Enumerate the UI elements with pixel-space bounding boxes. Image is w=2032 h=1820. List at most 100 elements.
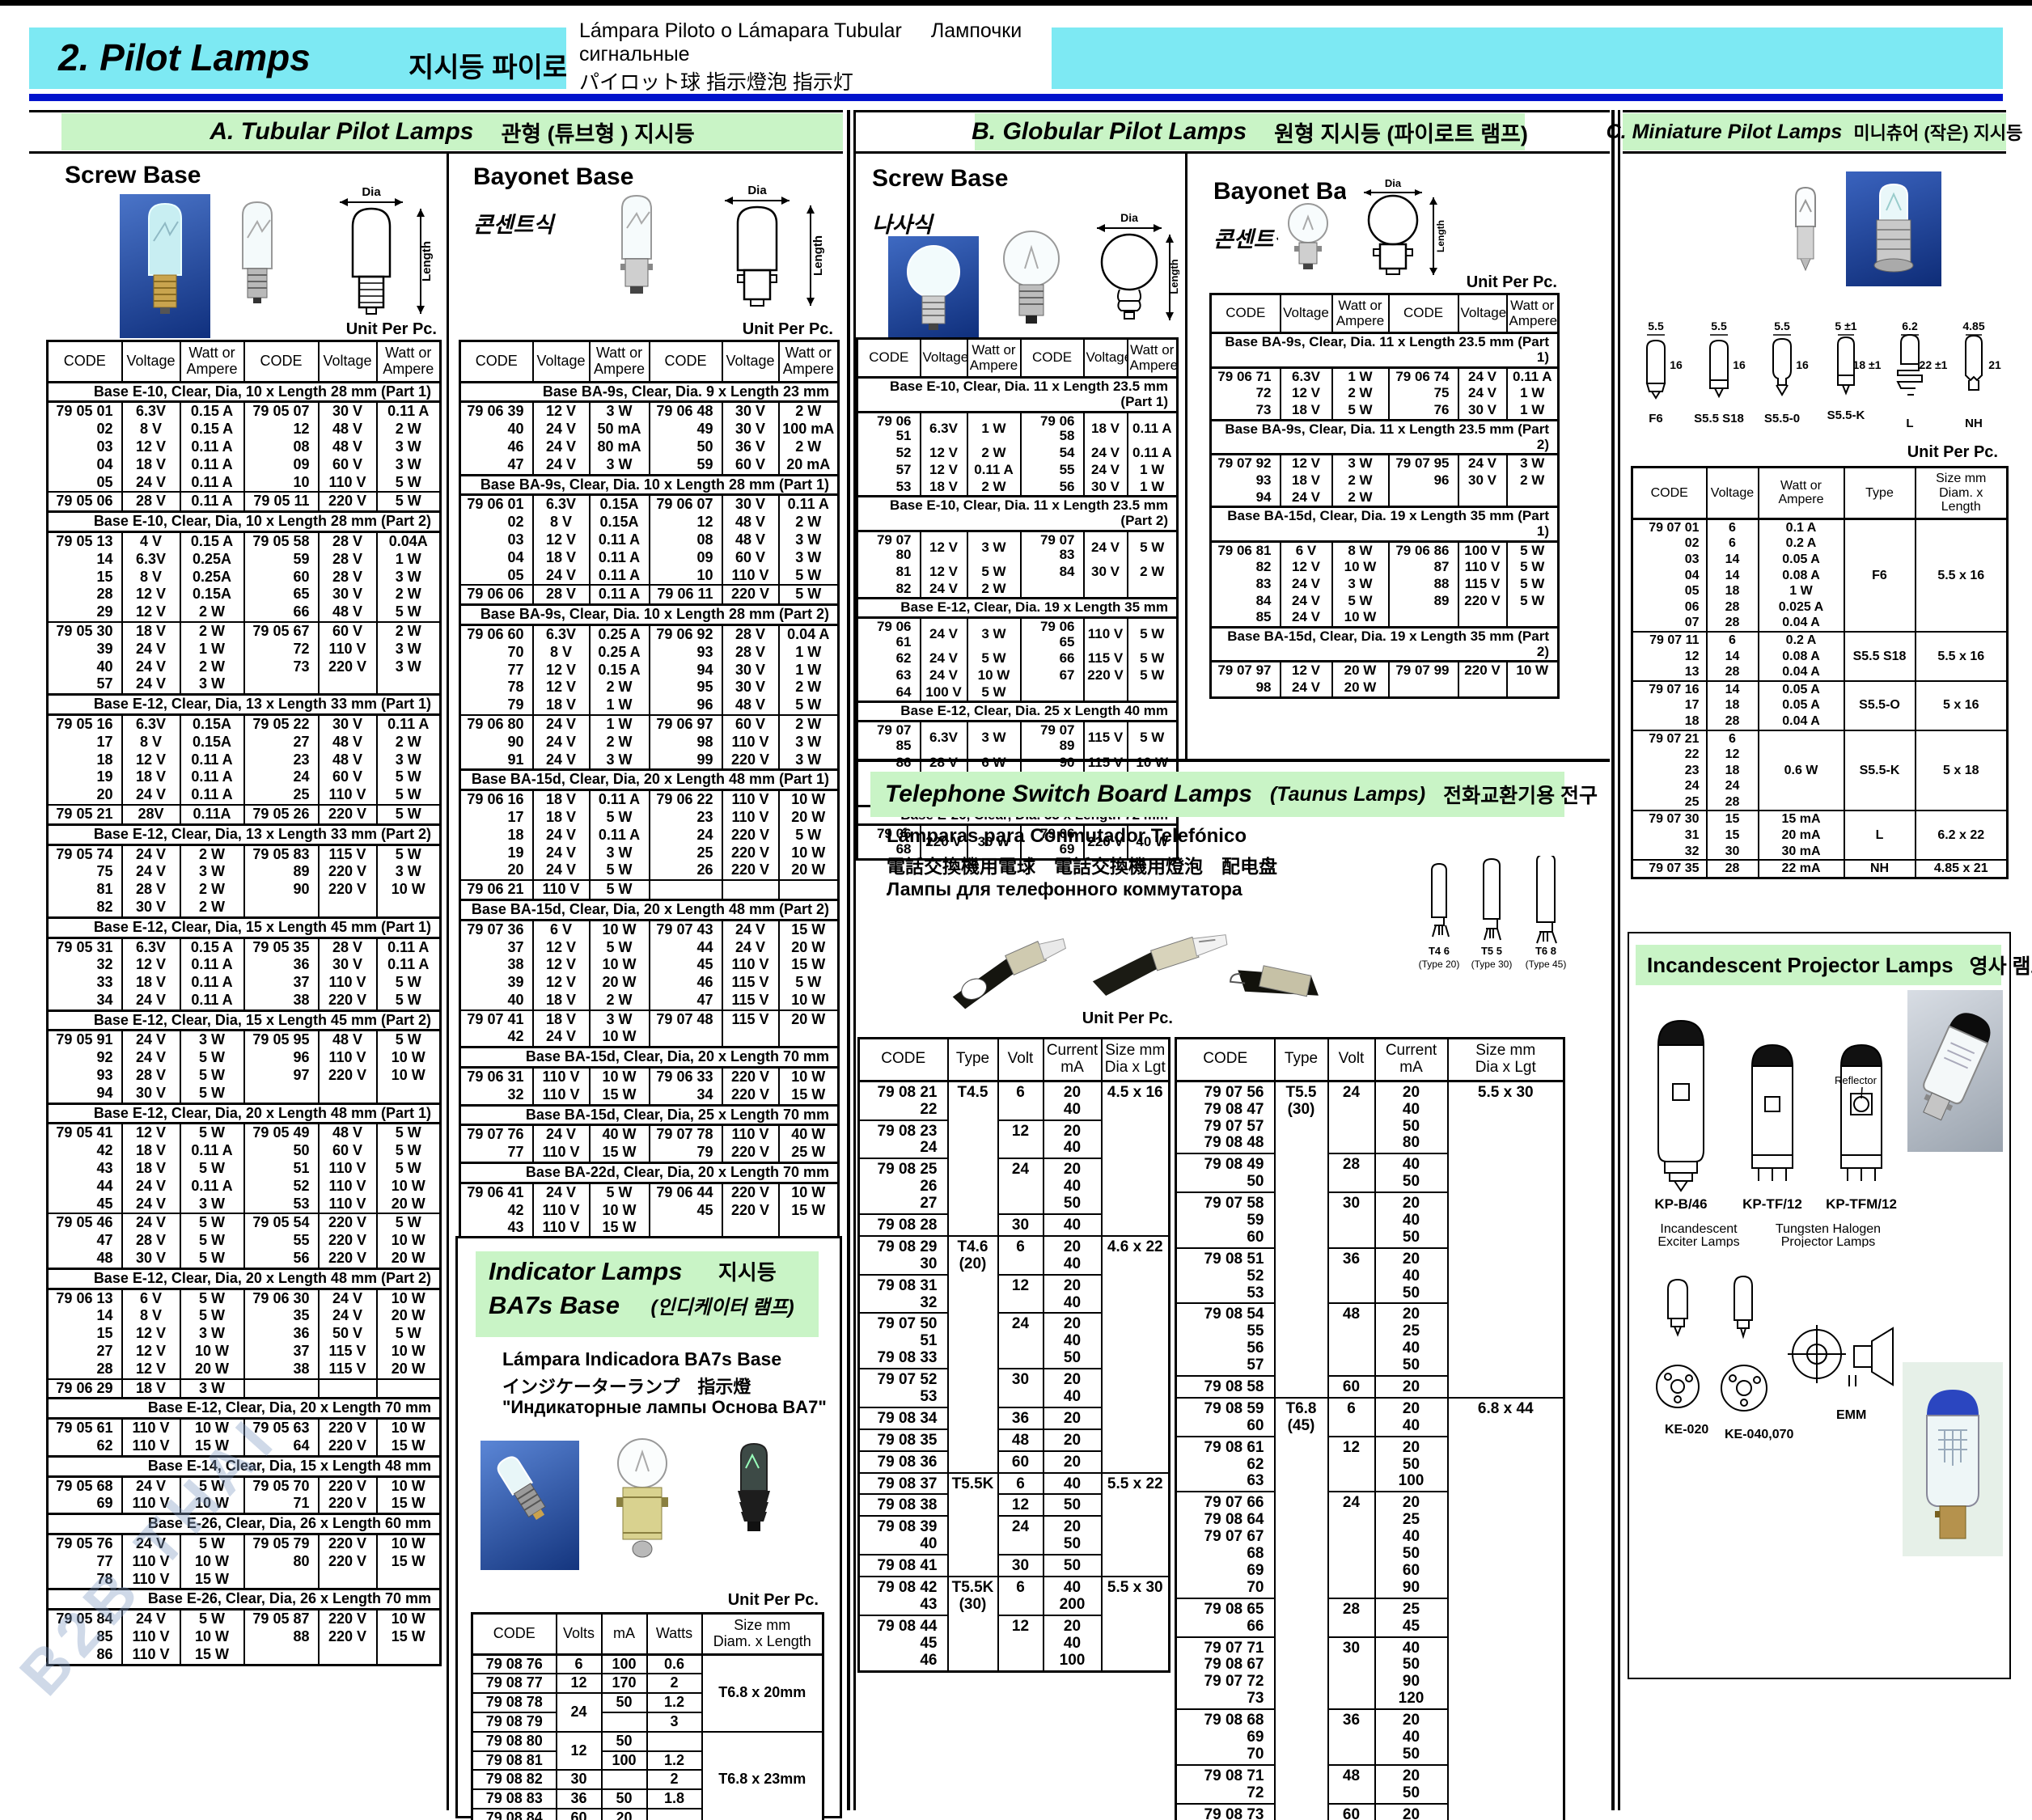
table-cell: 24 (1328, 1492, 1375, 1598)
svg-text:Dia: Dia (1385, 178, 1402, 189)
table-cell: 37 (460, 939, 533, 957)
table-cell: 05 (48, 474, 122, 493)
table-cell: 5 W (180, 1250, 244, 1268)
table-cell: 24 V (1458, 385, 1507, 402)
column-header: Voltage (122, 341, 180, 383)
table-cell: 3 W (967, 531, 1021, 564)
table-cell: F6 (1844, 518, 1916, 632)
table-cell: 4.6 x 22 (1102, 1236, 1170, 1473)
table-cell: 2 (647, 1674, 702, 1693)
table-cell: 02 (48, 421, 122, 438)
table-cell: 24 V (1281, 593, 1332, 610)
mini-type-label-3: S5.5-0 (1764, 412, 1800, 425)
table-cell: 56 (244, 1250, 319, 1268)
table-cell: 79 05 30 (48, 622, 122, 641)
table-cell: 79 (460, 696, 533, 715)
svg-text:4.85: 4.85 (1962, 320, 1984, 332)
column-header: Size mm Diam. x Length (702, 1614, 823, 1655)
column-header: Watt or Ampere (1332, 294, 1389, 333)
table-cell: 09 (650, 549, 722, 567)
table-cell: 93 (650, 644, 722, 662)
table-cell: 79 05 26 (244, 805, 319, 824)
table-cell: 0.11 A (180, 474, 244, 493)
group-header: Base BA-15d, Clear, Dia, 20 x Length 48 … (460, 770, 839, 790)
table-cell: 0.11 A (377, 938, 441, 956)
group-header: Base BA-9s, Clear, Dia. 10 x Length 28 m… (460, 605, 839, 625)
table-cell: 10 W (377, 1534, 441, 1553)
table-cell: S5.5 S18 (1844, 632, 1916, 681)
tubular-bayonet-table: CODEVoltageWatt or AmpereCODEVoltageWatt… (459, 340, 840, 1239)
table-cell: 15 W (590, 1086, 650, 1105)
table-cell: 12 V (122, 1343, 180, 1361)
table-cell: 110 V (122, 1437, 180, 1456)
table-cell: 10 W (180, 1343, 244, 1361)
table-cell: 0.11 A (590, 790, 650, 809)
group-header: Base BA-15d, Clear, Dia, 25 x Length 70 … (460, 1105, 839, 1125)
table-cell: 5 W (180, 1213, 244, 1232)
table-cell: 10 W (779, 1183, 839, 1201)
group-header: Base E-12, Clear, Dia, 20 x Length 48 mm… (48, 1103, 441, 1124)
table-cell (1458, 489, 1507, 507)
table-cell: 20 40 100 (1044, 1615, 1102, 1671)
table-cell: 0.11 A (377, 402, 441, 421)
table-cell: 79 08 37 (859, 1473, 948, 1495)
table-cell: 10 W (377, 1610, 441, 1628)
rule (1623, 151, 2006, 154)
table-cell: 0.15A (590, 495, 650, 514)
table-cell: 18 V (533, 809, 590, 827)
table-cell: 110 V (319, 1178, 377, 1196)
table-cell: 12 (998, 1275, 1044, 1314)
table-cell: 24 (1632, 778, 1707, 794)
table-cell: 24 V (921, 618, 967, 651)
table-cell: 3 W (967, 618, 1021, 651)
table-cell: 79 06 21 (460, 880, 533, 899)
table-cell: 5.5 x 30 (1448, 1081, 1564, 1398)
table-cell: 79 08 81 (472, 1751, 557, 1771)
column-header: Volt (1328, 1039, 1375, 1081)
table-cell: 34 (48, 992, 122, 1010)
table-cell: 97 (244, 1067, 319, 1085)
table-cell: 2 W (180, 899, 244, 917)
table-cell: 48 V (319, 603, 377, 622)
table-cell: 1 W (1507, 385, 1559, 402)
table-cell: 12 V (533, 662, 590, 679)
table-cell: 30 mA (1759, 844, 1844, 861)
table-cell: 0.15 A (590, 662, 650, 679)
table-cell: 79 05 95 (244, 1031, 319, 1049)
table-cell: 79 06 48 (650, 402, 722, 421)
projector-photo-blue-dome (1903, 1362, 2003, 1556)
table-cell (319, 1646, 377, 1665)
table-cell: 60 V (722, 715, 779, 734)
section-a-band: A. Tubular Pilot Lamps 관형 (튜브형 ) 지시등 (61, 113, 843, 150)
table-cell: 24 V (921, 581, 967, 599)
table-cell: 12 V (122, 586, 180, 603)
table-cell: 24 (650, 827, 722, 844)
table-cell: 6 (1707, 518, 1759, 535)
table-cell: 0.11 A (590, 567, 650, 586)
column-header: Size mm Diam. x Length (1916, 468, 2008, 519)
table-cell: 0.15 A (180, 531, 244, 550)
table-cell: 2 W (377, 622, 441, 641)
table-cell: 2 W (590, 734, 650, 751)
table-cell: 98 (650, 734, 722, 751)
table-cell: 0.11 A (180, 992, 244, 1010)
table-cell: 39 (460, 974, 533, 992)
table-cell: 5 W (967, 684, 1021, 702)
svg-text:16: 16 (1670, 358, 1683, 371)
table-cell: 54 (1021, 445, 1084, 462)
table-cell: 110 V (722, 734, 779, 751)
table-cell: 0.11 A (180, 1178, 244, 1196)
table-cell: 0.11 A (180, 956, 244, 974)
table-cell: 0.1 A (1759, 518, 1844, 535)
table-cell: 15 (1707, 811, 1759, 827)
table-cell: 60 V (319, 768, 377, 786)
column-header: Type (1275, 1039, 1328, 1081)
rule (856, 110, 1610, 112)
table-cell: 0.11 A (779, 495, 839, 514)
table-cell: 79 08 21 22 (859, 1081, 948, 1120)
table-cell: 15 W (779, 1086, 839, 1105)
table-cell: 44 (650, 939, 722, 957)
table-cell: 79 05 58 (244, 531, 319, 550)
ke1-label: KE-020 (1665, 1423, 1708, 1437)
table-cell: 79 05 83 (244, 844, 319, 863)
